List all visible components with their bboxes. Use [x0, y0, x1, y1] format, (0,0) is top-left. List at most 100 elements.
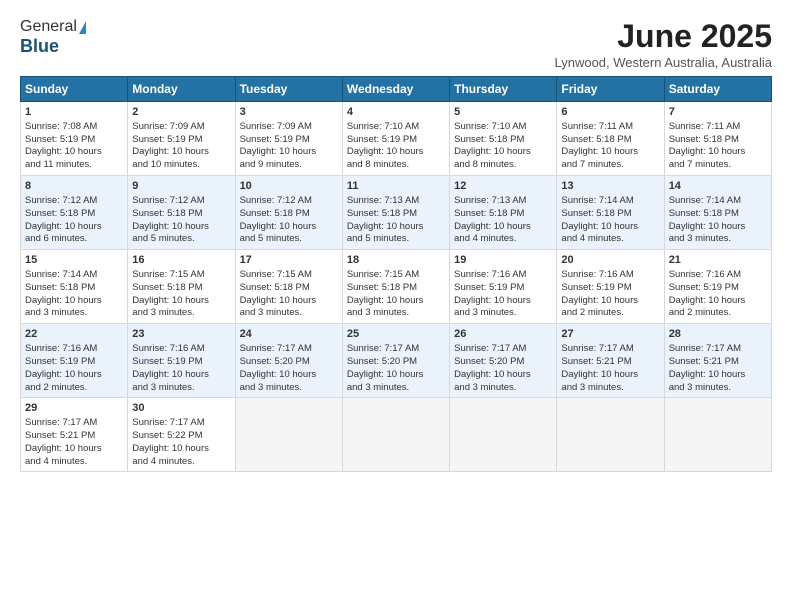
- day-info-line: Daylight: 10 hours: [25, 295, 123, 308]
- calendar-cell: [235, 398, 342, 472]
- day-info-line: and 10 minutes.: [132, 159, 230, 172]
- calendar-cell: 23Sunrise: 7:16 AMSunset: 5:19 PMDayligh…: [128, 324, 235, 398]
- day-info-line: and 9 minutes.: [240, 159, 338, 172]
- week-row-5: 29Sunrise: 7:17 AMSunset: 5:21 PMDayligh…: [21, 398, 772, 472]
- calendar-cell: 15Sunrise: 7:14 AMSunset: 5:18 PMDayligh…: [21, 250, 128, 324]
- day-info-line: and 3 minutes.: [25, 307, 123, 320]
- day-info-line: Sunset: 5:21 PM: [25, 430, 123, 443]
- day-info-line: Sunrise: 7:16 AM: [132, 343, 230, 356]
- day-info-line: Sunrise: 7:08 AM: [25, 121, 123, 134]
- calendar-cell: 1Sunrise: 7:08 AMSunset: 5:19 PMDaylight…: [21, 102, 128, 176]
- day-info-line: Sunset: 5:18 PM: [347, 282, 445, 295]
- day-info-line: Daylight: 10 hours: [454, 146, 552, 159]
- day-info-line: and 3 minutes.: [132, 307, 230, 320]
- week-row-2: 8Sunrise: 7:12 AMSunset: 5:18 PMDaylight…: [21, 176, 772, 250]
- header-row: SundayMondayTuesdayWednesdayThursdayFrid…: [21, 77, 772, 102]
- col-header-friday: Friday: [557, 77, 664, 102]
- calendar-cell: [342, 398, 449, 472]
- day-info-line: and 5 minutes.: [132, 233, 230, 246]
- day-info-line: Sunrise: 7:15 AM: [240, 269, 338, 282]
- day-number: 28: [669, 327, 767, 342]
- day-info-line: and 3 minutes.: [347, 307, 445, 320]
- calendar-cell: 19Sunrise: 7:16 AMSunset: 5:19 PMDayligh…: [450, 250, 557, 324]
- calendar-table: SundayMondayTuesdayWednesdayThursdayFrid…: [20, 76, 772, 472]
- calendar-cell: 18Sunrise: 7:15 AMSunset: 5:18 PMDayligh…: [342, 250, 449, 324]
- day-info-line: Daylight: 10 hours: [669, 295, 767, 308]
- day-info-line: Daylight: 10 hours: [669, 221, 767, 234]
- logo-triangle-icon: [79, 21, 86, 34]
- calendar-cell: 20Sunrise: 7:16 AMSunset: 5:19 PMDayligh…: [557, 250, 664, 324]
- day-info-line: Daylight: 10 hours: [347, 369, 445, 382]
- day-info-line: Sunset: 5:20 PM: [347, 356, 445, 369]
- day-info-line: and 6 minutes.: [25, 233, 123, 246]
- day-info-line: Sunset: 5:18 PM: [454, 208, 552, 221]
- day-info-line: and 4 minutes.: [25, 456, 123, 469]
- day-info-line: Sunset: 5:19 PM: [132, 356, 230, 369]
- calendar-cell: 3Sunrise: 7:09 AMSunset: 5:19 PMDaylight…: [235, 102, 342, 176]
- day-info-line: Daylight: 10 hours: [240, 221, 338, 234]
- day-info-line: Sunset: 5:19 PM: [25, 356, 123, 369]
- day-number: 14: [669, 179, 767, 194]
- calendar-cell: 6Sunrise: 7:11 AMSunset: 5:18 PMDaylight…: [557, 102, 664, 176]
- calendar-cell: 16Sunrise: 7:15 AMSunset: 5:18 PMDayligh…: [128, 250, 235, 324]
- day-number: 11: [347, 179, 445, 194]
- day-info-line: Sunrise: 7:12 AM: [240, 195, 338, 208]
- calendar-cell: 26Sunrise: 7:17 AMSunset: 5:20 PMDayligh…: [450, 324, 557, 398]
- day-info-line: and 7 minutes.: [561, 159, 659, 172]
- day-info-line: Sunset: 5:18 PM: [25, 282, 123, 295]
- day-info-line: Sunrise: 7:16 AM: [25, 343, 123, 356]
- day-info-line: Sunrise: 7:16 AM: [669, 269, 767, 282]
- day-info-line: Daylight: 10 hours: [669, 146, 767, 159]
- day-info-line: Sunrise: 7:17 AM: [561, 343, 659, 356]
- main-title: June 2025: [554, 18, 772, 55]
- day-info-line: Sunrise: 7:16 AM: [454, 269, 552, 282]
- day-info-line: Sunrise: 7:17 AM: [669, 343, 767, 356]
- day-number: 4: [347, 105, 445, 120]
- day-info-line: Sunrise: 7:12 AM: [132, 195, 230, 208]
- day-info-line: Sunrise: 7:14 AM: [561, 195, 659, 208]
- day-info-line: Sunrise: 7:17 AM: [347, 343, 445, 356]
- day-info-line: Sunset: 5:18 PM: [561, 134, 659, 147]
- day-info-line: Daylight: 10 hours: [669, 369, 767, 382]
- day-info-line: and 3 minutes.: [347, 382, 445, 395]
- day-number: 13: [561, 179, 659, 194]
- day-info-line: and 3 minutes.: [240, 307, 338, 320]
- col-header-sunday: Sunday: [21, 77, 128, 102]
- day-number: 3: [240, 105, 338, 120]
- day-info-line: and 5 minutes.: [347, 233, 445, 246]
- col-header-tuesday: Tuesday: [235, 77, 342, 102]
- day-info-line: Sunrise: 7:11 AM: [561, 121, 659, 134]
- calendar-cell: 2Sunrise: 7:09 AMSunset: 5:19 PMDaylight…: [128, 102, 235, 176]
- calendar-cell: 4Sunrise: 7:10 AMSunset: 5:19 PMDaylight…: [342, 102, 449, 176]
- day-info-line: and 5 minutes.: [240, 233, 338, 246]
- day-info-line: and 4 minutes.: [132, 456, 230, 469]
- day-number: 8: [25, 179, 123, 194]
- day-info-line: Sunset: 5:19 PM: [240, 134, 338, 147]
- day-number: 25: [347, 327, 445, 342]
- day-info-line: and 2 minutes.: [561, 307, 659, 320]
- day-info-line: and 2 minutes.: [25, 382, 123, 395]
- calendar-cell: 30Sunrise: 7:17 AMSunset: 5:22 PMDayligh…: [128, 398, 235, 472]
- day-info-line: Sunset: 5:19 PM: [347, 134, 445, 147]
- day-info-line: Sunrise: 7:14 AM: [669, 195, 767, 208]
- day-info-line: Sunset: 5:22 PM: [132, 430, 230, 443]
- day-info-line: Sunset: 5:18 PM: [561, 208, 659, 221]
- col-header-wednesday: Wednesday: [342, 77, 449, 102]
- day-info-line: Sunrise: 7:14 AM: [25, 269, 123, 282]
- day-info-line: and 3 minutes.: [454, 382, 552, 395]
- day-info-line: Daylight: 10 hours: [561, 369, 659, 382]
- calendar-cell: 8Sunrise: 7:12 AMSunset: 5:18 PMDaylight…: [21, 176, 128, 250]
- day-number: 17: [240, 253, 338, 268]
- day-info-line: Sunset: 5:21 PM: [669, 356, 767, 369]
- day-info-line: Sunrise: 7:16 AM: [561, 269, 659, 282]
- day-info-line: Sunset: 5:18 PM: [347, 208, 445, 221]
- day-number: 22: [25, 327, 123, 342]
- day-info-line: and 8 minutes.: [347, 159, 445, 172]
- calendar-cell: [557, 398, 664, 472]
- week-row-4: 22Sunrise: 7:16 AMSunset: 5:19 PMDayligh…: [21, 324, 772, 398]
- logo-blue-text: Blue: [20, 36, 59, 56]
- calendar-cell: 5Sunrise: 7:10 AMSunset: 5:18 PMDaylight…: [450, 102, 557, 176]
- day-info-line: Sunset: 5:18 PM: [240, 208, 338, 221]
- day-info-line: Daylight: 10 hours: [132, 443, 230, 456]
- day-info-line: Sunrise: 7:09 AM: [240, 121, 338, 134]
